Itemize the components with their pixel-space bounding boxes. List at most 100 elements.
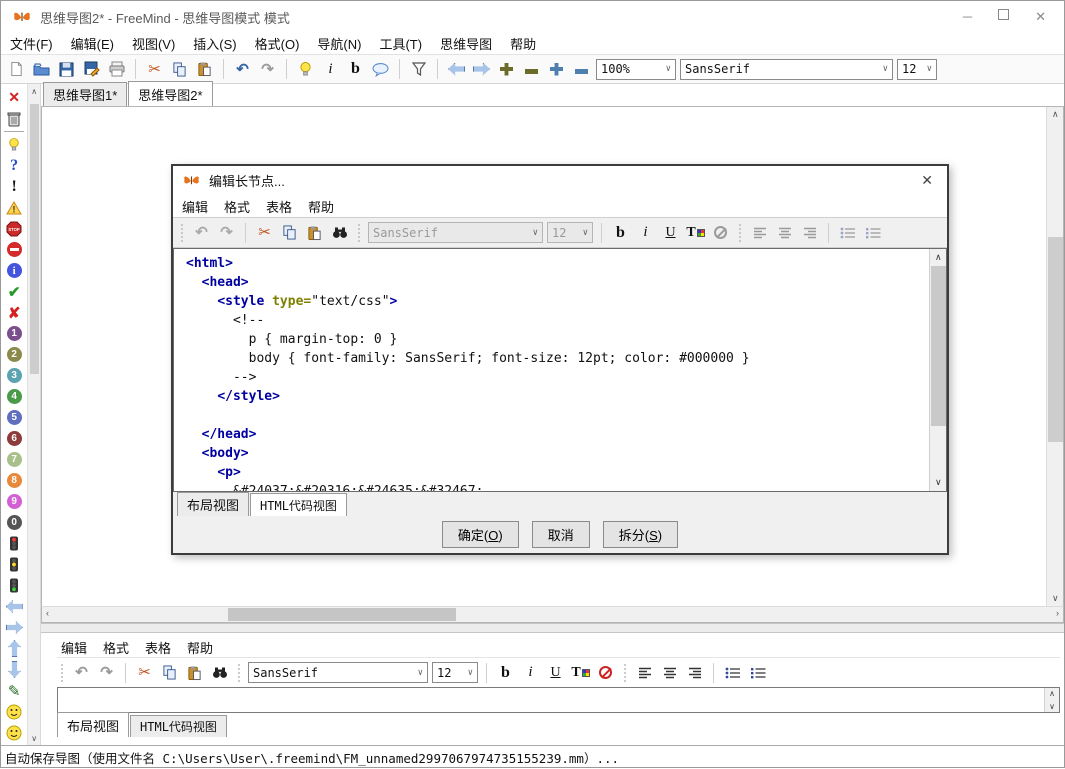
ok-check-icon[interactable]: ✔ [1,281,27,302]
zoom-out-icon[interactable] [571,59,592,80]
copy-icon[interactable] [279,222,300,243]
scroll-up-icon[interactable]: ∧ [1052,109,1059,120]
forbidden-icon[interactable] [1,239,27,260]
note-font-size-select[interactable]: 12∨ [432,662,478,683]
menu-view[interactable]: 视图(V) [132,34,175,53]
number-3-icon[interactable]: 3 [1,365,27,386]
menu-edit[interactable]: 编辑 [61,638,87,657]
scroll-left-icon[interactable]: ‹ [46,608,49,618]
bullet-list-icon[interactable] [722,662,743,683]
arrow-right-icon[interactable] [1,617,27,638]
number-7-icon[interactable]: 7 [1,449,27,470]
canvas-vertical-scrollbar[interactable]: ∧ ∨ [1046,107,1063,606]
smiley-icon[interactable] [1,743,27,745]
code-vertical-scrollbar[interactable]: ∧ ∨ [929,249,946,491]
scroll-down-icon[interactable]: ∨ [935,477,942,488]
minimize-icon[interactable]: ─ [963,9,972,25]
remove-format-icon[interactable] [595,662,616,683]
close-icon[interactable]: ✕ [1035,9,1046,25]
menu-edit[interactable]: 编辑(E) [71,34,114,53]
undo-icon[interactable]: ↶ [191,222,212,243]
font-size-select[interactable]: 12∨ [897,59,937,80]
dialog-font-family-select[interactable]: SansSerif∨ [368,222,543,243]
tab-layout-view[interactable]: 布局视图 [57,712,129,737]
menu-help[interactable]: 帮助 [187,638,213,657]
menu-tools[interactable]: 工具(T) [379,34,422,53]
menu-help[interactable]: 帮助 [308,197,334,216]
bullet-list-icon[interactable] [837,222,858,243]
scrollbar-thumb[interactable] [931,266,946,426]
smiley-icon[interactable] [1,722,27,743]
align-center-icon[interactable] [774,222,795,243]
underline-icon[interactable]: U [545,662,566,683]
dialog-title-bar[interactable]: 编辑长节点... ✕ [173,166,947,195]
scroll-up-icon[interactable]: ∧ [1049,689,1055,698]
numbered-list-icon[interactable] [747,662,768,683]
filter-icon[interactable] [408,59,429,80]
navigate-forward-icon[interactable] [471,59,492,80]
paste-icon[interactable] [184,662,205,683]
paste-icon[interactable] [194,59,215,80]
number-1-icon[interactable]: 1 [1,323,27,344]
number-2-icon[interactable]: 2 [1,344,27,365]
pencil-icon[interactable]: ✎ [1,680,27,701]
exclamation-icon[interactable]: ! [1,176,27,197]
stop-sign-icon[interactable]: STOP [1,218,27,239]
menu-format[interactable]: 格式 [224,197,250,216]
zoom-select[interactable]: 100%∨ [596,59,676,80]
menu-navigate[interactable]: 导航(N) [317,34,361,53]
menu-file[interactable]: 文件(F) [10,34,53,53]
remove-icon-button[interactable]: ✕ [1,87,27,108]
note-input-scrollbar[interactable]: ∧∨ [1044,688,1059,712]
font-family-select[interactable]: SansSerif∨ [680,59,893,80]
italic-icon[interactable]: i [320,59,341,80]
maximize-icon[interactable] [998,9,1009,20]
paste-icon[interactable] [304,222,325,243]
cut-icon[interactable]: ✂ [144,59,165,80]
number-5-icon[interactable]: 5 [1,407,27,428]
scroll-right-icon[interactable]: › [1056,608,1059,618]
cloud-bubble-icon[interactable] [370,59,391,80]
canvas-horizontal-scrollbar[interactable]: ‹ › [41,606,1064,623]
tab-html-code-view[interactable]: HTML代码视图 [250,493,347,516]
trash-icon[interactable] [1,108,27,129]
traffic-light-red-icon[interactable] [1,533,27,554]
tab-mindmap1[interactable]: 思维导图1* [43,82,127,106]
menu-help[interactable]: 帮助 [510,34,536,53]
code-content[interactable]: <html> <head> <style type="text/css"> <!… [174,249,929,491]
fold-all-icon[interactable] [521,59,542,80]
italic-icon[interactable]: i [635,222,656,243]
not-ok-icon[interactable]: ✘ [1,302,27,323]
smiley-icon[interactable] [1,701,27,722]
menu-insert[interactable]: 插入(S) [193,34,236,53]
zoom-in-icon[interactable] [546,59,567,80]
find-icon[interactable] [209,662,230,683]
print-icon[interactable] [106,59,127,80]
arrow-up-icon[interactable] [1,638,27,659]
copy-icon[interactable] [169,59,190,80]
save-icon[interactable] [56,59,77,80]
scroll-down-icon[interactable]: ∨ [1049,702,1055,711]
traffic-light-yellow-icon[interactable] [1,554,27,575]
redo-icon[interactable]: ↷ [96,662,117,683]
bold-icon[interactable]: b [495,662,516,683]
arrow-down-icon[interactable] [1,659,27,680]
underline-icon[interactable]: U [660,222,681,243]
cut-icon[interactable]: ✂ [134,662,155,683]
save-as-icon[interactable] [81,59,102,80]
split-button[interactable]: 拆分(S) [603,521,678,548]
undo-icon[interactable]: ↶ [71,662,92,683]
idea-icon[interactable] [295,59,316,80]
cancel-button[interactable]: 取消 [532,521,590,548]
italic-icon[interactable]: i [520,662,541,683]
scrollbar-thumb[interactable] [30,104,39,374]
align-left-icon[interactable] [749,222,770,243]
unfold-all-icon[interactable] [496,59,517,80]
number-9-icon[interactable]: 9 [1,491,27,512]
number-4-icon[interactable]: 4 [1,386,27,407]
scroll-up-icon[interactable]: ∧ [935,252,942,263]
arrow-left-icon[interactable] [1,596,27,617]
menu-table[interactable]: 表格 [145,638,171,657]
tab-html-code-view[interactable]: HTML代码视图 [130,715,227,737]
scroll-up-icon[interactable]: ∧ [31,84,37,98]
